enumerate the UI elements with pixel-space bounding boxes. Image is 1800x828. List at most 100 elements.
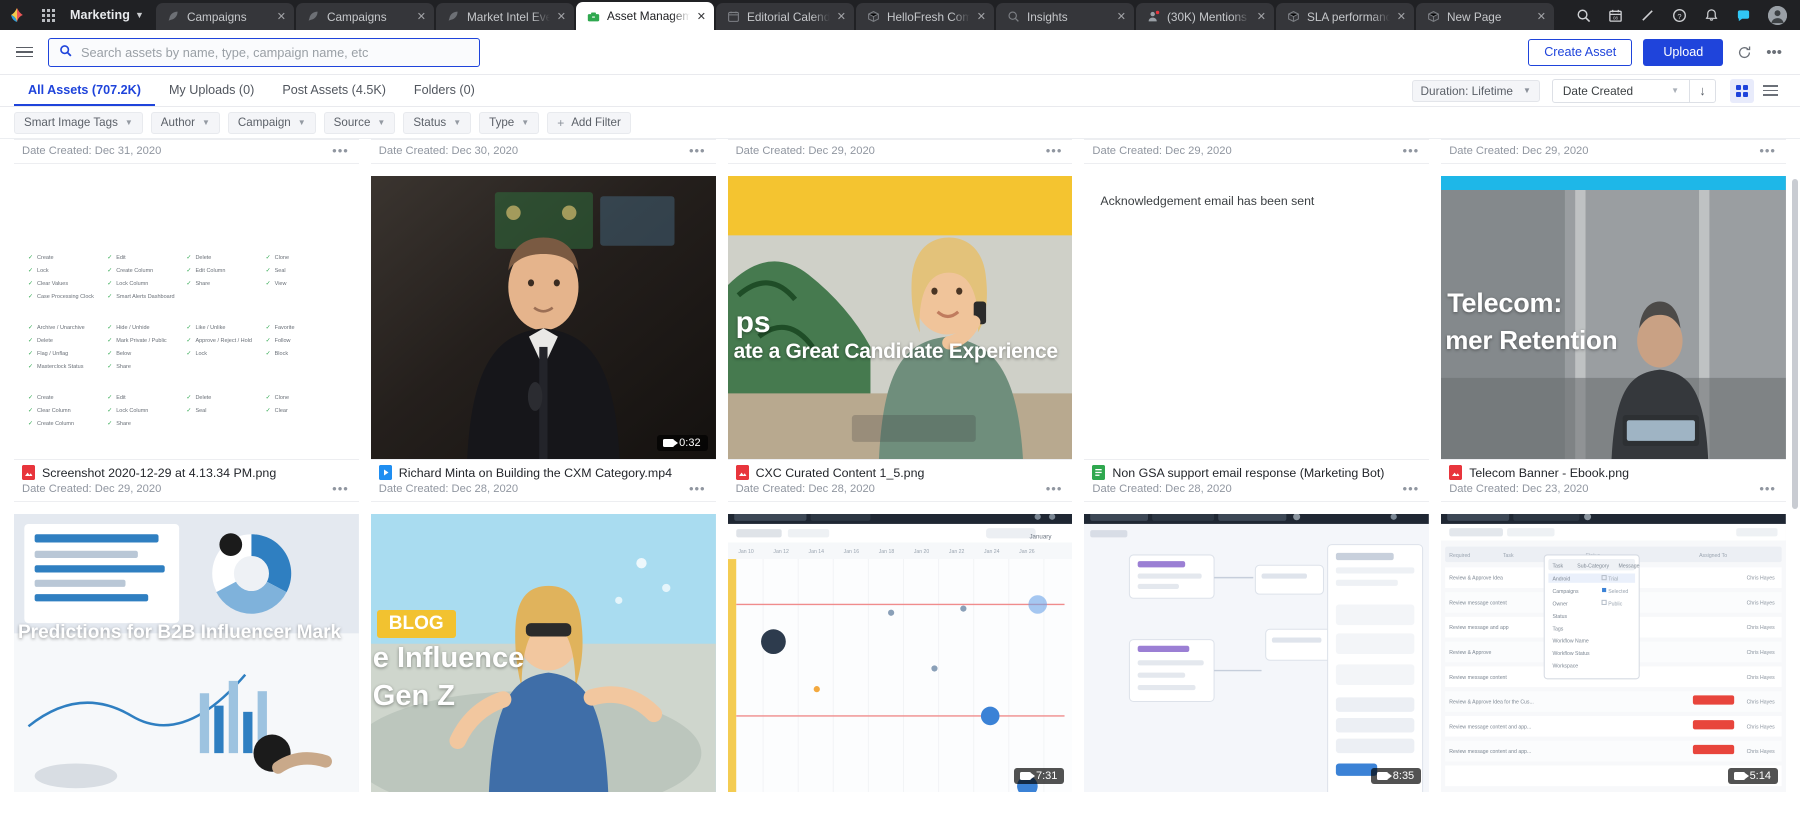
app-logo[interactable]	[0, 0, 34, 30]
blog-badge: BLOG	[376, 610, 456, 638]
asset-more-icon[interactable]: •••	[1403, 482, 1420, 495]
refresh-icon[interactable]	[1737, 45, 1752, 60]
filter-author[interactable]: Author ▼	[150, 111, 220, 134]
asset-thumbnail[interactable]: Acknowledgement email has been sent	[1084, 176, 1430, 459]
asset-more-icon[interactable]: •••	[1759, 144, 1776, 157]
browser-tab-new-page[interactable]: New Page ✕	[1415, 3, 1554, 30]
grid-scrollbar[interactable]	[1792, 179, 1798, 509]
asset-card[interactable]: Date Created: Dec 29, 2020 •••	[1441, 139, 1786, 164]
close-icon[interactable]: ✕	[1117, 10, 1126, 23]
filter-type[interactable]: Type ▼	[479, 111, 540, 134]
asset-more-icon[interactable]: •••	[1759, 482, 1776, 495]
asset-more-icon[interactable]: •••	[332, 482, 349, 495]
workspace-selector[interactable]: Marketing ▼	[62, 0, 156, 30]
browser-tab-campaigns-2[interactable]: Campaigns ✕	[295, 3, 434, 30]
close-icon[interactable]: ✕	[697, 10, 706, 23]
sort-value-wrap[interactable]: Date Created ▼	[1553, 84, 1689, 98]
more-horizontal-icon[interactable]: •••	[1766, 44, 1782, 61]
filter-status[interactable]: Status ▼	[403, 111, 472, 134]
tab-post-assets[interactable]: Post Assets (4.5K)	[268, 75, 400, 106]
asset-card[interactable]: Date Created: Dec 29, 2020 •••	[1084, 139, 1430, 164]
calendar-icon[interactable]: 08	[1608, 8, 1623, 23]
close-icon[interactable]: ✕	[557, 10, 566, 23]
asset-card[interactable]: Date Created: Dec 30, 2020 •••	[370, 139, 716, 164]
upload-button[interactable]: Upload	[1643, 38, 1724, 66]
asset-card-non-gsa-email[interactable]: Acknowledgement email has been sent Non …	[1084, 176, 1430, 502]
profile-avatar[interactable]	[1768, 5, 1787, 25]
close-icon[interactable]: ✕	[417, 10, 426, 23]
hamburger-icon[interactable]	[10, 46, 40, 58]
system-icons: 08 ?	[1559, 0, 1800, 30]
asset-thumbnail[interactable]: CreateEditDeleteClone LockCreate ColumnE…	[14, 176, 359, 459]
asset-thumbnail[interactable]: Jan 10 Jan 12 Jan 14 Jan 16 Jan 18 Jan 20 Ja…	[727, 514, 1073, 792]
close-icon[interactable]: ✕	[837, 10, 846, 23]
asset-more-icon[interactable]: •••	[332, 144, 349, 157]
tab-my-uploads[interactable]: My Uploads (0)	[155, 75, 268, 106]
asset-card-app-calendar-video[interactable]: Jan 10 Jan 12 Jan 14 Jan 16 Jan 18 Jan 20 Ja…	[727, 514, 1073, 792]
asset-more-icon[interactable]: •••	[1046, 144, 1063, 157]
chat-icon[interactable]	[1736, 8, 1751, 23]
asset-card-video-richard-minta[interactable]: 0:32 Richard Minta on Building the CXM C…	[370, 176, 716, 502]
duration-label: Duration: Lifetime	[1420, 83, 1513, 98]
list-view-icon[interactable]	[1758, 79, 1782, 103]
tab-all-assets[interactable]: All Assets (707.2K)	[14, 75, 155, 106]
filter-smart-image-tags[interactable]: Smart Image Tags ▼	[14, 111, 143, 134]
help-icon[interactable]: ?	[1672, 8, 1687, 23]
pencil-icon[interactable]	[1640, 8, 1655, 23]
asset-more-icon[interactable]: •••	[689, 144, 706, 157]
browser-tab-hellofresh[interactable]: HelloFresh Comp ✕	[855, 3, 994, 30]
asset-thumbnail[interactable]: Telecom: mer Retention	[1441, 176, 1786, 459]
asset-card-screenshot[interactable]: CreateEditDeleteClone LockCreate ColumnE…	[14, 176, 359, 502]
filter-source[interactable]: Source ▼	[323, 111, 396, 134]
tab-folders[interactable]: Folders (0)	[400, 75, 489, 106]
browser-tab-market-intel[interactable]: Market Intel Ever ✕	[435, 3, 574, 30]
asset-card-app-tasks-video[interactable]: Required Task Status Assigned To	[1441, 514, 1786, 792]
subtabs-spacer	[489, 75, 1412, 106]
close-icon[interactable]: ✕	[1537, 10, 1546, 23]
add-filter-button[interactable]: + Add Filter	[547, 111, 631, 134]
asset-thumbnail[interactable]: ps ate a Great Candidate Experience	[727, 176, 1073, 459]
filter-campaign[interactable]: Campaign ▼	[227, 111, 316, 134]
duration-selector[interactable]: Duration: Lifetime ▼	[1411, 79, 1540, 102]
asset-thumbnail[interactable]: Required Task Status Assigned To	[1441, 514, 1786, 792]
search-input[interactable]	[81, 44, 469, 60]
asset-more-icon[interactable]: •••	[1403, 144, 1420, 157]
asset-thumbnail[interactable]: Predictions for B2B Influencer Mark	[14, 514, 359, 792]
browser-tab-sla-performance[interactable]: SLA performanc ✕	[1275, 3, 1414, 30]
svg-text:Public: Public	[1608, 602, 1622, 608]
svg-text:Review & Approve Idea for the: Review & Approve Idea for the Cus...	[1449, 700, 1534, 706]
close-icon[interactable]: ✕	[277, 10, 286, 23]
close-icon[interactable]: ✕	[1257, 10, 1266, 23]
asset-thumbnail[interactable]: BLOG e Influence Gen Z	[370, 514, 716, 792]
bell-icon[interactable]	[1704, 8, 1719, 23]
asset-more-icon[interactable]: •••	[1046, 482, 1063, 495]
grid-view-icon[interactable]	[1730, 78, 1754, 103]
browser-tab-mentions[interactable]: (30K) Mentions ✕	[1135, 3, 1274, 30]
sort-selector[interactable]: Date Created ▼ ↓	[1551, 78, 1716, 103]
svg-text:Chris Hayes: Chris Hayes	[1747, 675, 1776, 681]
create-asset-button[interactable]: Create Asset	[1528, 38, 1633, 66]
asset-card[interactable]: Date Created: Dec 31, 2020 •••	[14, 139, 359, 164]
asset-card-b2b-influencer[interactable]: Predictions for B2B Influencer Mark	[14, 514, 359, 792]
asset-card-gen-z-blog[interactable]: BLOG e Influence Gen Z	[370, 514, 716, 792]
asset-card-telecom-banner[interactable]: Telecom: mer Retention Telecom Banner - …	[1441, 176, 1786, 502]
browser-tab-editorial-calendar[interactable]: Editorial Calenda ✕	[715, 3, 854, 30]
close-icon[interactable]: ✕	[1397, 10, 1406, 23]
browser-tab-campaigns-1[interactable]: Campaigns ✕	[155, 3, 294, 30]
asset-card-cxc-curated[interactable]: ps ate a Great Candidate Experience CXC …	[727, 176, 1073, 502]
asset-card[interactable]: Date Created: Dec 29, 2020 •••	[727, 139, 1073, 164]
close-icon[interactable]: ✕	[977, 10, 986, 23]
app-switcher-icon[interactable]	[34, 0, 62, 30]
search-bar[interactable]	[48, 37, 480, 67]
asset-thumbnail[interactable]: 0:32	[370, 176, 716, 459]
browser-tab-insights[interactable]: Insights ✕	[995, 3, 1134, 30]
sort-direction-button[interactable]: ↓	[1689, 79, 1715, 102]
asset-more-icon[interactable]: •••	[689, 482, 706, 495]
svg-text:Workflow Status: Workflow Status	[1553, 651, 1591, 657]
search-icon[interactable]	[1576, 8, 1591, 23]
asset-thumbnail[interactable]: 8:35	[1084, 514, 1430, 792]
browser-tab-label: New Page	[1446, 9, 1502, 24]
asset-card-app-workflow-video[interactable]: 8:35	[1084, 514, 1430, 792]
browser-tab-asset-management[interactable]: Asset Manageme ✕	[575, 2, 714, 30]
file-type-icon-png	[735, 465, 749, 480]
